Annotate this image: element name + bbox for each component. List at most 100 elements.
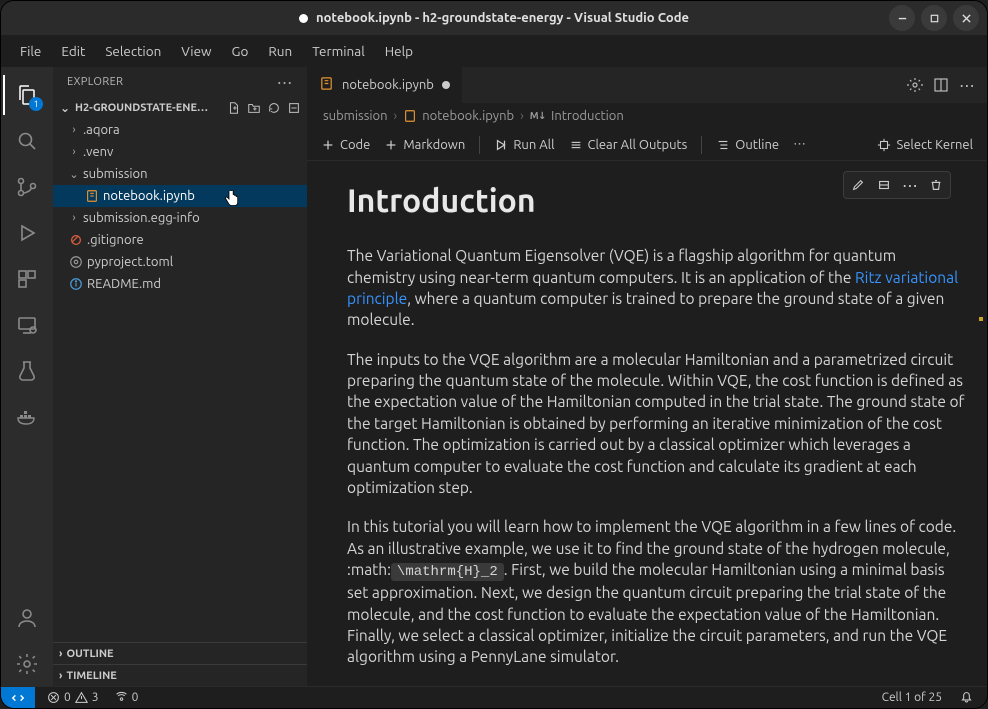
activity-testing[interactable] [3,349,51,393]
refresh-icon[interactable] [267,101,281,115]
new-folder-icon[interactable] [247,101,261,115]
crumb-cell: M↓Introduction [530,109,624,123]
activity-source-control[interactable] [3,165,51,209]
chevron-right-icon: › [67,124,81,136]
clear-outputs-button[interactable]: Clear All Outputs [569,138,688,152]
add-markdown-button[interactable]: Markdown [384,138,465,152]
activity-run-debug[interactable] [3,211,51,255]
more-icon[interactable]: ⋯ [793,137,806,152]
menu-selection[interactable]: Selection [96,39,170,63]
divider [701,136,702,154]
activity-explorer[interactable]: 1 [3,73,51,117]
cursor-icon [223,189,241,209]
error-icon [47,691,60,704]
markdown-cell[interactable]: Introduction The Variational Quantum Eig… [347,179,967,668]
split-editor-icon[interactable] [933,77,949,93]
delete-cell-button[interactable] [925,175,947,195]
gitignore-icon [67,233,85,247]
warning-icon [75,691,88,704]
tree-folder[interactable]: ›.aqora [53,119,307,141]
divider [479,136,480,154]
add-code-button[interactable]: Code [321,138,370,152]
crumb-folder: submission [323,109,388,123]
menu-terminal[interactable]: Terminal [303,39,374,63]
bell-icon [960,691,973,704]
inline-code: \mathrm{H}_2 [391,563,504,581]
tree-file-notebook[interactable]: notebook.ipynb [53,185,307,207]
collapse-icon[interactable] [287,101,301,115]
menu-view[interactable]: View [172,39,220,63]
cell-paragraph: The Variational Quantum Eigensolver (VQE… [347,245,967,331]
cell-paragraph: In this tutorial you will learn how to i… [347,516,967,668]
scrollbar-marker [979,317,983,321]
timeline-section[interactable]: ›TIMELINE [53,664,307,686]
tab-label: notebook.ipynb [342,78,434,92]
sidebar-more-icon[interactable]: ⋯ [277,73,293,92]
run-all-button[interactable]: Run All [494,138,554,152]
file-tree: ›.aqora ›.venv ⌄submission notebook.ipyn… [53,119,307,642]
tree-file[interactable]: .gitignore [53,229,307,251]
activity-docker[interactable] [3,395,51,439]
tabs-bar: notebook.ipynb ⋯ [307,67,987,103]
tab-notebook[interactable]: notebook.ipynb [307,67,463,103]
status-notifications[interactable] [956,691,977,704]
sidebar: EXPLORER ⋯ ⌄ H2-GROUNDSTATE-ENE… ›.aqora… [53,67,307,686]
notebook-body[interactable]: ⋯ Introduction The Variational Quantum E… [307,161,987,686]
info-icon [67,277,85,291]
menu-help[interactable]: Help [376,39,422,63]
notebook-icon [319,76,334,94]
tree-file[interactable]: pyproject.toml [53,251,307,273]
notebook-icon [403,109,417,123]
outline-section[interactable]: ›OUTLINE [53,642,307,664]
select-kernel-button[interactable]: Select Kernel [877,138,973,152]
activity-search[interactable] [3,119,51,163]
tree-folder[interactable]: ⌄submission [53,163,307,185]
dirty-indicator-icon [442,81,450,89]
settings-file-icon [67,255,85,269]
notebook-toolbar: Code Markdown Run All Clear All Outputs … [307,129,987,161]
chevron-down-icon: ⌄ [59,101,71,115]
window-title: notebook.ipynb - h2-groundstate-energy -… [316,11,689,25]
status-cell-position[interactable]: Cell 1 of 25 [878,691,946,704]
split-cell-button[interactable] [873,175,895,195]
chevron-right-icon: › [67,146,81,158]
crumb-file: notebook.ipynb [403,109,514,123]
titlebar: notebook.ipynb - h2-groundstate-energy -… [1,1,987,35]
status-ports[interactable]: 0 [111,691,143,704]
markdown-icon: M↓ [530,110,546,122]
project-name: H2-GROUNDSTATE-ENE… [75,102,223,114]
activitybar: 1 [1,67,53,686]
chevron-right-icon: › [67,212,81,224]
tree-file[interactable]: README.md [53,273,307,295]
outline-button[interactable]: Outline [716,138,779,152]
remote-button[interactable] [1,687,35,709]
dirty-dot-icon [299,14,308,23]
status-problems[interactable]: 0 3 [43,691,103,704]
tree-folder[interactable]: ›.venv [53,141,307,163]
tree-folder[interactable]: ›submission.egg-info [53,207,307,229]
menu-run[interactable]: Run [259,39,301,63]
gear-icon[interactable] [907,77,923,93]
breadcrumbs[interactable]: submission › notebook.ipynb › M↓Introduc… [307,103,987,129]
edit-cell-button[interactable] [847,175,869,195]
activity-extensions[interactable] [3,257,51,301]
activity-accounts[interactable] [3,596,51,640]
activity-settings[interactable] [3,642,51,686]
sidebar-title: EXPLORER [67,76,123,88]
menu-go[interactable]: Go [223,39,258,63]
cell-more-button[interactable]: ⋯ [899,175,921,195]
explorer-badge: 1 [29,97,43,111]
menu-edit[interactable]: Edit [52,39,94,63]
editor-area: notebook.ipynb ⋯ submission › notebook.i… [307,67,987,686]
statusbar: 0 3 0 Cell 1 of 25 [1,686,987,708]
activity-remote[interactable] [3,303,51,347]
chevron-right-icon: › [59,670,62,682]
project-section-header[interactable]: ⌄ H2-GROUNDSTATE-ENE… [53,97,307,119]
new-file-icon[interactable] [227,101,241,115]
window-close-button[interactable] [953,5,979,31]
window-maximize-button[interactable] [921,5,947,31]
window-minimize-button[interactable] [889,5,915,31]
menu-file[interactable]: File [11,39,50,63]
menubar: File Edit Selection View Go Run Terminal… [1,35,987,67]
more-icon[interactable]: ⋯ [959,76,975,95]
